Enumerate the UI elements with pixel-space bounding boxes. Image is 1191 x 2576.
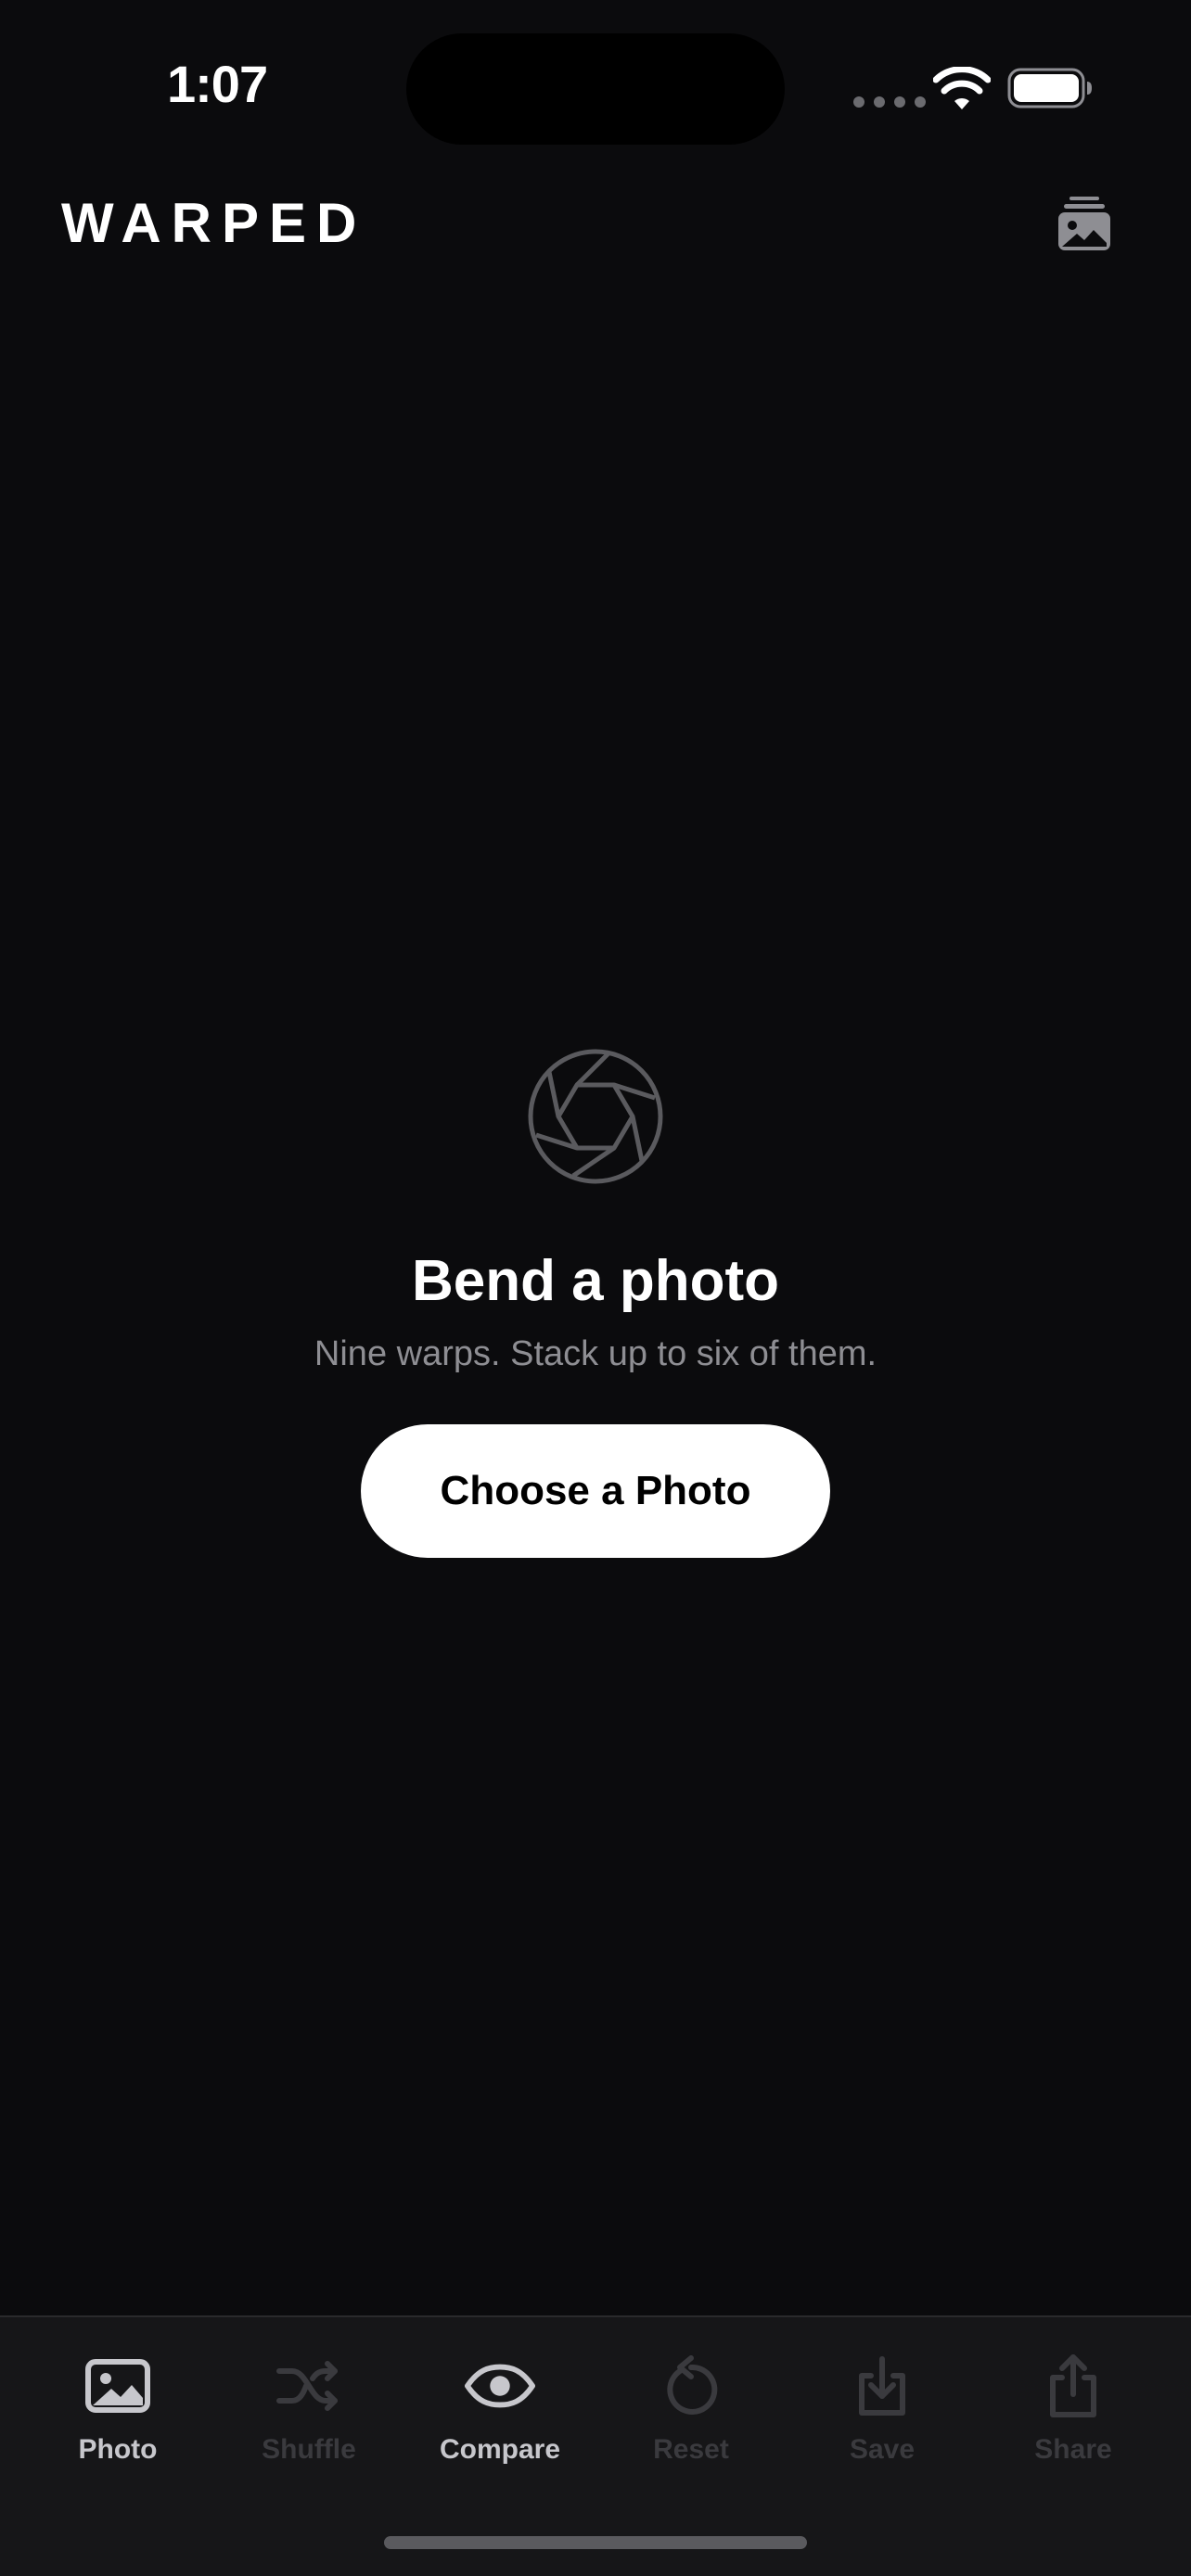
tab-share[interactable]: Share bbox=[979, 2317, 1168, 2493]
tab-photo[interactable]: Photo bbox=[23, 2317, 212, 2493]
photo-icon bbox=[85, 2359, 150, 2413]
tab-photo-label: Photo bbox=[78, 2434, 158, 2465]
dynamic-island bbox=[406, 33, 785, 145]
tab-share-label: Share bbox=[1034, 2434, 1112, 2465]
empty-state: Bend a photo Nine warps. Stack up to six… bbox=[0, 1048, 1191, 1558]
aperture-icon bbox=[528, 1049, 663, 1184]
choose-photo-button[interactable]: Choose a Photo bbox=[361, 1423, 830, 1558]
cellular-signal-icon bbox=[853, 96, 926, 108]
reset-icon bbox=[667, 2355, 718, 2415]
bottom-toolbar: Photo Shuffle Compare Reset Save Share bbox=[0, 2315, 1191, 2576]
home-indicator bbox=[384, 2536, 807, 2549]
photo-stack-icon bbox=[1058, 197, 1110, 250]
gallery-button[interactable] bbox=[1052, 191, 1117, 256]
app-title: WARPED bbox=[61, 192, 367, 254]
battery-icon bbox=[1007, 68, 1092, 108]
tab-shuffle[interactable]: Shuffle bbox=[214, 2317, 403, 2493]
tab-compare-label: Compare bbox=[439, 2434, 561, 2465]
share-icon bbox=[1050, 2354, 1096, 2417]
tab-reset[interactable]: Reset bbox=[596, 2317, 786, 2493]
app-screen: 1:07 WARPED Bend a photo Nine warps. Sta… bbox=[0, 0, 1191, 2576]
tab-save[interactable]: Save bbox=[788, 2317, 977, 2493]
status-time: 1:07 bbox=[167, 55, 268, 113]
wifi-icon bbox=[933, 67, 991, 109]
tab-reset-label: Reset bbox=[653, 2434, 729, 2465]
eye-icon bbox=[465, 2364, 535, 2408]
tab-shuffle-label: Shuffle bbox=[262, 2434, 356, 2465]
shuffle-icon bbox=[276, 2361, 338, 2411]
download-icon bbox=[859, 2356, 905, 2416]
tab-compare[interactable]: Compare bbox=[405, 2317, 595, 2493]
tab-save-label: Save bbox=[849, 2434, 916, 2465]
empty-state-title: Bend a photo bbox=[411, 1249, 780, 1313]
empty-state-subtitle: Nine warps. Stack up to six of them. bbox=[314, 1334, 877, 1374]
